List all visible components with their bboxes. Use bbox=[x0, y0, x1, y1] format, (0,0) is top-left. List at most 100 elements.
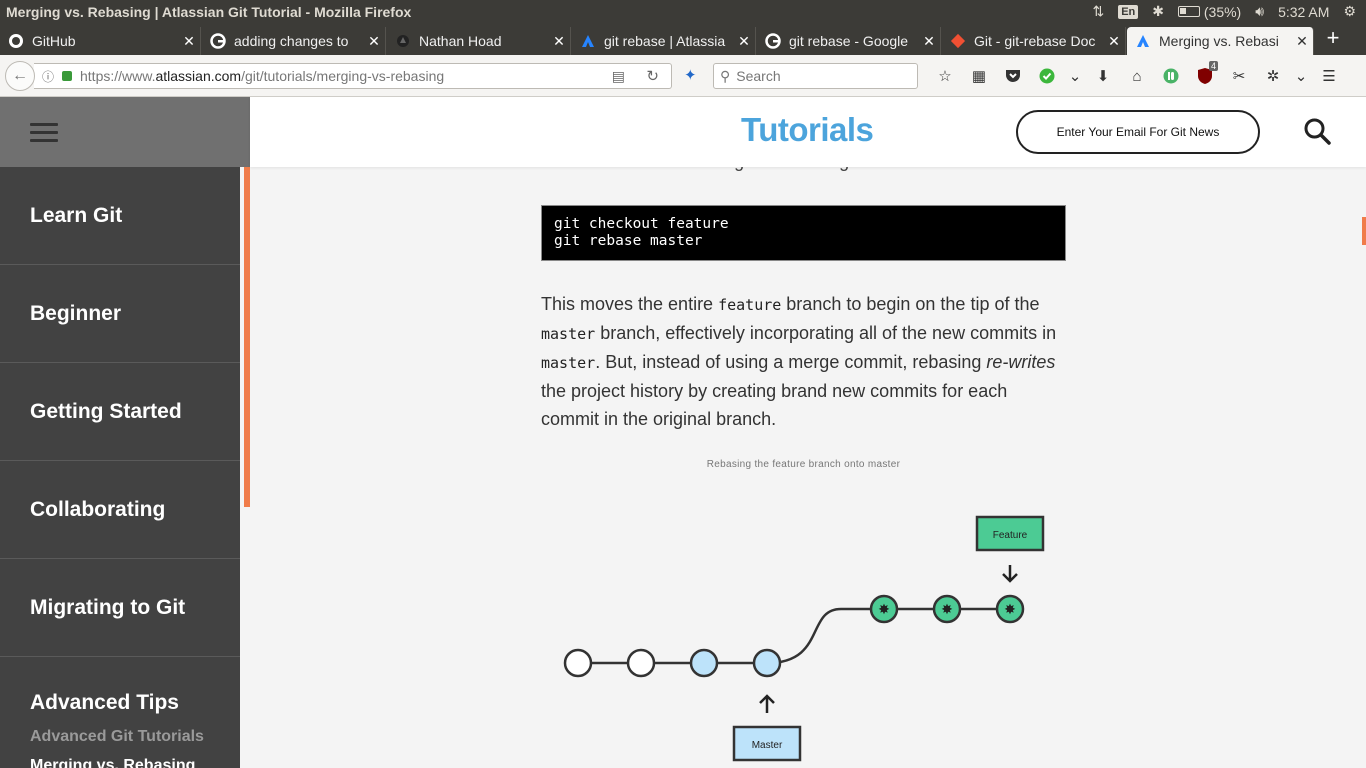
menu-icon[interactable]: ☰ bbox=[1312, 64, 1346, 88]
tab-google-git-rebase[interactable]: git rebase - Google ✕ bbox=[757, 27, 941, 55]
tutorials-logo[interactable]: Tutorials bbox=[741, 111, 874, 149]
url-text[interactable]: https://www.atlassian.com/git/tutorials/… bbox=[80, 68, 444, 84]
screenshot-icon[interactable]: ✂ bbox=[1222, 64, 1256, 88]
search-placeholder: Search bbox=[736, 68, 781, 84]
para-text: the project history by creating brand ne… bbox=[541, 381, 1008, 429]
new-commit-star-icon: ✸ bbox=[878, 602, 890, 618]
para-text: branch to begin on the tip of the bbox=[781, 294, 1040, 314]
web-page: Learn Git Beginner Getting Started Colla… bbox=[0, 97, 1366, 768]
sidebar: Learn Git Beginner Getting Started Colla… bbox=[0, 97, 250, 768]
tab-nathan-hoad[interactable]: Nathan Hoad ✕ bbox=[387, 27, 571, 55]
sidebar-item-beginner[interactable]: Beginner bbox=[0, 265, 240, 363]
code-block: git checkout feature git rebase master bbox=[541, 205, 1066, 261]
tab-git-rebase-atlassian[interactable]: git rebase | Atlassia ✕ bbox=[572, 27, 756, 55]
para-text: branch, effectively incorporating all of… bbox=[595, 323, 1057, 343]
back-arrow-icon: ← bbox=[12, 67, 28, 84]
tab-strip: GitHub ✕ adding changes to ✕ Nathan Hoad… bbox=[0, 25, 1366, 55]
tab-label: Nathan Hoad bbox=[419, 33, 502, 49]
google-icon bbox=[765, 33, 781, 49]
pocket-icon[interactable] bbox=[996, 64, 1030, 88]
bookmark-star-icon[interactable]: ☆ bbox=[928, 64, 962, 88]
google-icon bbox=[210, 33, 226, 49]
bluetooth-icon[interactable]: ✱ bbox=[1152, 3, 1164, 20]
close-tab-icon[interactable]: ✕ bbox=[363, 33, 385, 50]
keyboard-layout-indicator[interactable]: En bbox=[1118, 4, 1139, 19]
toolbar-icons: ☆ ▦ ⌄ ⬇ ⌂ 4 ✂ ✲ ⌄ ☰ bbox=[928, 61, 1346, 88]
close-tab-icon[interactable]: ✕ bbox=[1103, 33, 1125, 50]
tab-git-rebase-docs[interactable]: Git - git-rebase Doc ✕ bbox=[942, 27, 1126, 55]
rebase-diagram: ✸ ✸ ✸ Feature Master bbox=[563, 515, 1045, 762]
volume-icon[interactable]: 🔊︎ bbox=[1255, 3, 1264, 20]
feature-label: Feature bbox=[993, 530, 1028, 541]
tab-label: GitHub bbox=[32, 33, 76, 49]
sidebar-subitem-merging-vs-rebasing[interactable]: Merging vs. Rebasing bbox=[30, 757, 195, 768]
tab-merging-vs-rebasing[interactable]: Merging vs. Rebasi ✕ bbox=[1127, 27, 1314, 55]
reload-icon[interactable]: ↻ bbox=[646, 67, 659, 85]
search-input[interactable]: ⚲ Search bbox=[713, 63, 918, 89]
para-text: This moves the entire bbox=[541, 294, 719, 314]
url-bar[interactable]: ⓘ https://www.atlassian.com/git/tutorial… bbox=[34, 63, 672, 89]
close-tab-icon[interactable]: ✕ bbox=[548, 33, 570, 50]
sidebar-item-getting-started[interactable]: Getting Started bbox=[0, 363, 240, 461]
lock-icon[interactable] bbox=[62, 71, 72, 81]
master-commit-node bbox=[689, 648, 719, 678]
home-icon[interactable]: ⌂ bbox=[1120, 64, 1154, 88]
sidebar-item-learn-git[interactable]: Learn Git bbox=[0, 167, 240, 265]
scroll-position-marker bbox=[1362, 217, 1366, 245]
tab-label: Git - git-rebase Doc bbox=[974, 33, 1096, 49]
back-button[interactable]: ← bbox=[5, 61, 35, 91]
url-prefix: https://www. bbox=[80, 68, 156, 84]
sidebar-subitem-advanced-git-tutorials[interactable]: Advanced Git Tutorials bbox=[30, 728, 204, 746]
close-tab-icon[interactable]: ✕ bbox=[733, 33, 755, 50]
info-icon[interactable]: ⓘ bbox=[40, 68, 56, 85]
sidebar-header bbox=[0, 97, 250, 167]
site-icon bbox=[395, 33, 411, 49]
tab-label: adding changes to bbox=[234, 33, 349, 49]
arrow-down-icon bbox=[1002, 565, 1018, 583]
emphasis-text: re-writes bbox=[986, 352, 1056, 372]
close-tab-icon[interactable]: ✕ bbox=[918, 33, 940, 50]
sidebar-item-collaborating[interactable]: Collaborating bbox=[0, 461, 240, 559]
download-icon[interactable]: ⬇ bbox=[1086, 64, 1120, 88]
overflow-chevron-icon[interactable]: ⌄ bbox=[1290, 64, 1312, 88]
checkmark-extension-icon[interactable] bbox=[1030, 64, 1064, 88]
window-title: Merging vs. Rebasing | Atlassian Git Tut… bbox=[6, 4, 412, 20]
extension-bird-icon[interactable]: ✦ bbox=[684, 66, 697, 84]
reading-list-icon[interactable]: ▦ bbox=[962, 64, 996, 88]
close-tab-icon[interactable]: ✕ bbox=[1291, 33, 1313, 50]
tab-label: git rebase | Atlassia bbox=[604, 33, 726, 49]
commit-node bbox=[563, 648, 593, 678]
pushbullet-icon[interactable] bbox=[1154, 64, 1188, 88]
bug-extension-icon[interactable]: ✲ bbox=[1256, 64, 1290, 88]
settings-gear-icon[interactable]: ⚙ bbox=[1343, 3, 1356, 20]
arrow-up-icon bbox=[759, 694, 775, 713]
sidebar-item-migrating-to-git[interactable]: Migrating to Git bbox=[0, 559, 240, 657]
new-commit-star-icon: ✸ bbox=[941, 602, 953, 618]
reader-view-icon[interactable]: ▤ bbox=[612, 68, 625, 85]
tab-label: git rebase - Google bbox=[789, 33, 909, 49]
master-commit-node bbox=[752, 648, 782, 678]
tab-google-adding-changes[interactable]: adding changes to ✕ bbox=[202, 27, 386, 55]
system-tray: ⇅ En ✱ (35%) 🔊︎ 5:32 AM ⚙ bbox=[1092, 3, 1356, 20]
progress-indicator bbox=[244, 167, 250, 507]
chevron-down-icon[interactable]: ⌄ bbox=[1064, 64, 1086, 88]
battery-indicator[interactable]: (35%) bbox=[1177, 4, 1241, 20]
hamburger-menu-icon[interactable] bbox=[30, 123, 58, 143]
close-tab-icon[interactable]: ✕ bbox=[178, 33, 200, 50]
ublock-icon[interactable]: 4 bbox=[1188, 61, 1222, 88]
inline-code: feature bbox=[718, 296, 782, 314]
clock[interactable]: 5:32 AM bbox=[1278, 4, 1329, 20]
git-icon bbox=[950, 33, 966, 49]
atlassian-icon bbox=[1135, 33, 1151, 49]
para-text: . But, instead of using a merge commit, … bbox=[595, 352, 987, 372]
search-icon[interactable] bbox=[1303, 117, 1331, 145]
network-icon[interactable]: ⇅ bbox=[1092, 3, 1104, 20]
new-tab-button[interactable]: + bbox=[1322, 27, 1344, 51]
search-icon: ⚲ bbox=[720, 67, 731, 84]
inline-code: master bbox=[541, 325, 596, 343]
master-label: Master bbox=[752, 740, 783, 751]
tab-github[interactable]: GitHub ✕ bbox=[0, 27, 201, 55]
email-signup-button[interactable]: Enter Your Email For Git News bbox=[1016, 110, 1260, 154]
inline-code: master bbox=[541, 354, 596, 372]
os-top-bar: Merging vs. Rebasing | Atlassian Git Tut… bbox=[0, 0, 1366, 25]
